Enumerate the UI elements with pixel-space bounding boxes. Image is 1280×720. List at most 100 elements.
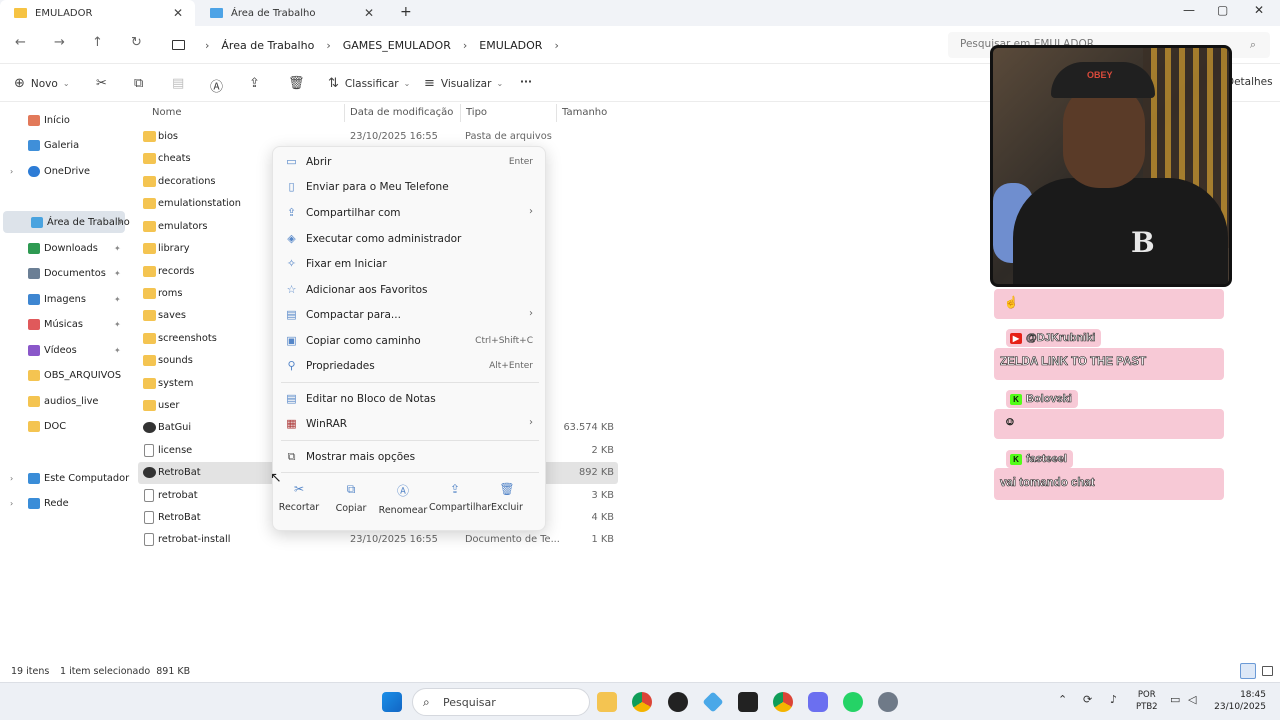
file-row[interactable]: retrobat-install 23/10/2025 16:55 Document… [138, 529, 618, 551]
sidebar-item-imagens[interactable]: Imagens ✦ [0, 288, 126, 310]
menu-item-mais-opcoes[interactable]: ⧉ Mostrar mais opções [273, 445, 547, 469]
more-options-button[interactable]: ··· [520, 76, 532, 88]
view-button[interactable]: ≡ Visualizar ⌄ [424, 76, 503, 91]
breadcrumb-item[interactable]: Área de Trabalho [221, 39, 314, 52]
sidebar-item-label: Downloads [44, 242, 98, 254]
sync-icon[interactable]: ⟳ [1083, 693, 1092, 706]
obs-icon[interactable] [668, 692, 688, 712]
sidebar-item-musicas[interactable]: Músicas ✦ [0, 313, 126, 335]
selection-info: 1 item selecionado 891 KB [60, 666, 191, 677]
sidebar-item-inicio[interactable]: Início [0, 109, 126, 131]
volume-icon[interactable]: ◁ [1188, 693, 1196, 706]
clock[interactable]: 18:45 23/10/2025 [1210, 689, 1266, 713]
desktop-icon [31, 216, 43, 228]
column-header-size[interactable]: Tamanho [562, 107, 607, 118]
details-view-toggle[interactable] [1240, 663, 1256, 679]
file-row[interactable]: bios 23/10/2025 16:55 Pasta de arquivos [138, 126, 618, 148]
taskbar-search[interactable]: ⌕ Pesquisar [412, 688, 590, 716]
sidebar-item-obs-arquivos[interactable]: OBS_ARQUIVOS [0, 364, 126, 386]
notepad-icon: ▤ [286, 392, 297, 405]
breadcrumb-item[interactable]: EMULADOR [479, 39, 542, 52]
chevron-right-icon[interactable]: › [10, 474, 13, 483]
details-button[interactable]: Detalhes [1226, 76, 1273, 88]
chevron-right-icon[interactable]: › [10, 167, 13, 176]
up-button[interactable]: ↑ [92, 35, 103, 50]
sidebar-item-area-de-trabalho[interactable]: Área de Trabalho ✦ [3, 211, 130, 233]
menu-item-abrir[interactable]: ▭ Abrir Enter [273, 150, 547, 174]
sidebar-item-rede[interactable]: › Rede [0, 492, 126, 514]
column-divider[interactable] [344, 104, 345, 122]
whatsapp-icon[interactable] [843, 692, 863, 712]
terminal-icon[interactable] [738, 692, 758, 712]
close-window-button[interactable]: ✕ [1254, 3, 1264, 17]
folder-icon [143, 333, 156, 344]
close-tab-icon[interactable]: ✕ [173, 6, 183, 20]
menu-item-compartilhar-com[interactable]: ⇪ Compartilhar com › [273, 201, 547, 225]
tab-emulador[interactable]: EMULADOR ✕ [0, 0, 195, 26]
chrome-profile-icon[interactable] [773, 692, 793, 712]
language-indicator[interactable]: POR PTB2 [1136, 689, 1158, 713]
menu-item-propriedades[interactable]: ⚲ Propriedades Alt+Enter [273, 354, 547, 378]
chrome-icon[interactable] [632, 692, 652, 712]
sidebar-item-galeria[interactable]: Galeria [0, 134, 126, 156]
tiles-view-toggle[interactable] [1262, 666, 1273, 676]
file-explorer-icon[interactable] [597, 692, 617, 712]
back-button[interactable]: ← [15, 35, 26, 50]
menu-item-copiar-caminho[interactable]: ▣ Copiar como caminho Ctrl+Shift+C [273, 329, 547, 353]
share-button[interactable]: ⇪ [249, 76, 260, 91]
quick-action-recortar[interactable]: ✂ Recortar [273, 482, 325, 513]
rename-button[interactable]: Ⓐ [210, 76, 223, 95]
sidebar-item-videos[interactable]: Vídeos ✦ [0, 339, 126, 361]
breadcrumb[interactable]: › Área de Trabalho › GAMES_EMULADOR › EM… [166, 32, 941, 58]
menu-item-winrar[interactable]: ▦ WinRAR › [273, 412, 547, 436]
start-button-windows-icon[interactable] [382, 692, 402, 712]
column-divider[interactable] [460, 104, 461, 122]
menu-item-favoritos[interactable]: ☆ Adicionar aos Favoritos [273, 278, 547, 302]
menu-item-bloco-notas[interactable]: ▤ Editar no Bloco de Notas [273, 387, 547, 411]
forward-button[interactable]: → [54, 35, 65, 50]
menu-item-fixar-iniciar[interactable]: ✧ Fixar em Iniciar [273, 252, 547, 276]
menu-item-compactar[interactable]: ▤ Compactar para... › [273, 303, 547, 327]
menu-item-label: Mostrar mais opções [306, 451, 416, 463]
copy-button[interactable]: ⧉ [134, 76, 143, 91]
network-icon [28, 497, 40, 509]
refresh-button[interactable]: ↻ [131, 35, 142, 50]
column-header-type[interactable]: Tipo [466, 107, 487, 118]
maximize-button[interactable]: ▢ [1217, 3, 1228, 17]
sidebar-item-este-computador[interactable]: › Este Computador [0, 467, 129, 489]
chevron-up-icon[interactable]: ⌃ [1058, 693, 1067, 706]
paste-button[interactable]: ▤ [172, 76, 184, 91]
chat-username-text: Bolovski [1026, 393, 1072, 406]
sidebar-item-documentos[interactable]: Documentos ✦ [0, 262, 126, 284]
settings-gear-icon[interactable] [878, 692, 898, 712]
chevron-right-icon[interactable]: › [10, 499, 13, 508]
breadcrumb-item[interactable]: GAMES_EMULADOR [343, 39, 451, 52]
sidebar-item-onedrive[interactable]: › OneDrive [0, 160, 126, 182]
keyboard-layout: PTB2 [1136, 702, 1158, 712]
sidebar-item-audios-live[interactable]: audios_live [0, 390, 126, 412]
column-header-date[interactable]: Data de modificação [350, 107, 453, 118]
quick-action-compartilhar[interactable]: ⇪ Compartilhar [429, 482, 491, 513]
column-header-name[interactable]: Nome [152, 107, 182, 118]
delete-button[interactable]: 🗑 [288, 76, 305, 91]
app-diamond-icon[interactable] [702, 691, 724, 713]
quick-action-copiar[interactable]: ⧉ Copiar [325, 482, 377, 514]
new-button[interactable]: ⊕ Novo ⌄ [14, 76, 70, 91]
sidebar-item-doc[interactable]: DOC [0, 415, 126, 437]
discord-icon[interactable] [808, 692, 828, 712]
network-icon[interactable]: ▭ [1170, 693, 1180, 706]
file-date: 23/10/2025 16:55 [350, 131, 438, 142]
sort-button[interactable]: ⇅ Classificar ⌄ [328, 76, 410, 91]
menu-item-executar-admin[interactable]: ◈ Executar como administrador [273, 227, 547, 251]
microphone-icon[interactable]: ♪ [1110, 693, 1117, 706]
minimize-button[interactable]: — [1183, 3, 1195, 17]
cut-button[interactable]: ✂ [96, 76, 107, 91]
close-tab-icon[interactable]: ✕ [364, 6, 374, 20]
column-divider[interactable] [556, 104, 557, 122]
quick-action-renomear[interactable]: Ⓐ Renomear [377, 482, 429, 516]
sidebar-item-downloads[interactable]: Downloads ✦ [0, 237, 126, 259]
quick-action-excluir[interactable]: 🗑 Excluir [481, 482, 533, 513]
tab-area-de-trabalho[interactable]: Área de Trabalho ✕ [196, 0, 386, 26]
menu-item-enviar-telefone[interactable]: ▯ Enviar para o Meu Telefone [273, 175, 547, 199]
new-tab-button[interactable]: + [400, 4, 412, 20]
